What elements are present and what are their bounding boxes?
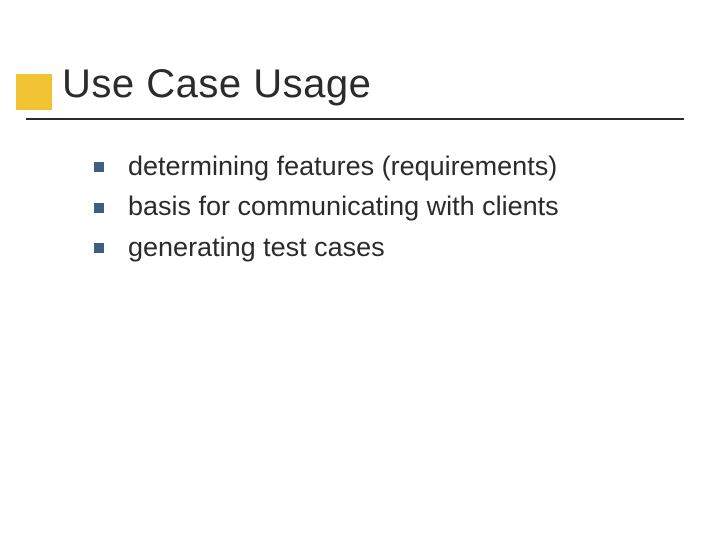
- slide-title: Use Case Usage: [62, 62, 680, 113]
- square-bullet-icon: [94, 162, 104, 172]
- bullet-text: basis for communicating with clients: [128, 188, 559, 224]
- list-item: generating test cases: [94, 229, 660, 265]
- list-item: determining features (requirements): [94, 148, 660, 184]
- slide: Use Case Usage determining features (req…: [0, 0, 720, 540]
- bullet-text: determining features (requirements): [128, 148, 557, 184]
- title-underline: [26, 118, 684, 120]
- bullet-text: generating test cases: [128, 229, 385, 265]
- list-item: basis for communicating with clients: [94, 188, 660, 224]
- body-area: determining features (requirements) basi…: [94, 148, 660, 269]
- accent-square: [16, 74, 52, 110]
- square-bullet-icon: [94, 203, 104, 213]
- square-bullet-icon: [94, 243, 104, 253]
- title-underline-left: [26, 118, 54, 120]
- title-area: Use Case Usage: [62, 62, 680, 113]
- bullet-list: determining features (requirements) basi…: [94, 148, 660, 265]
